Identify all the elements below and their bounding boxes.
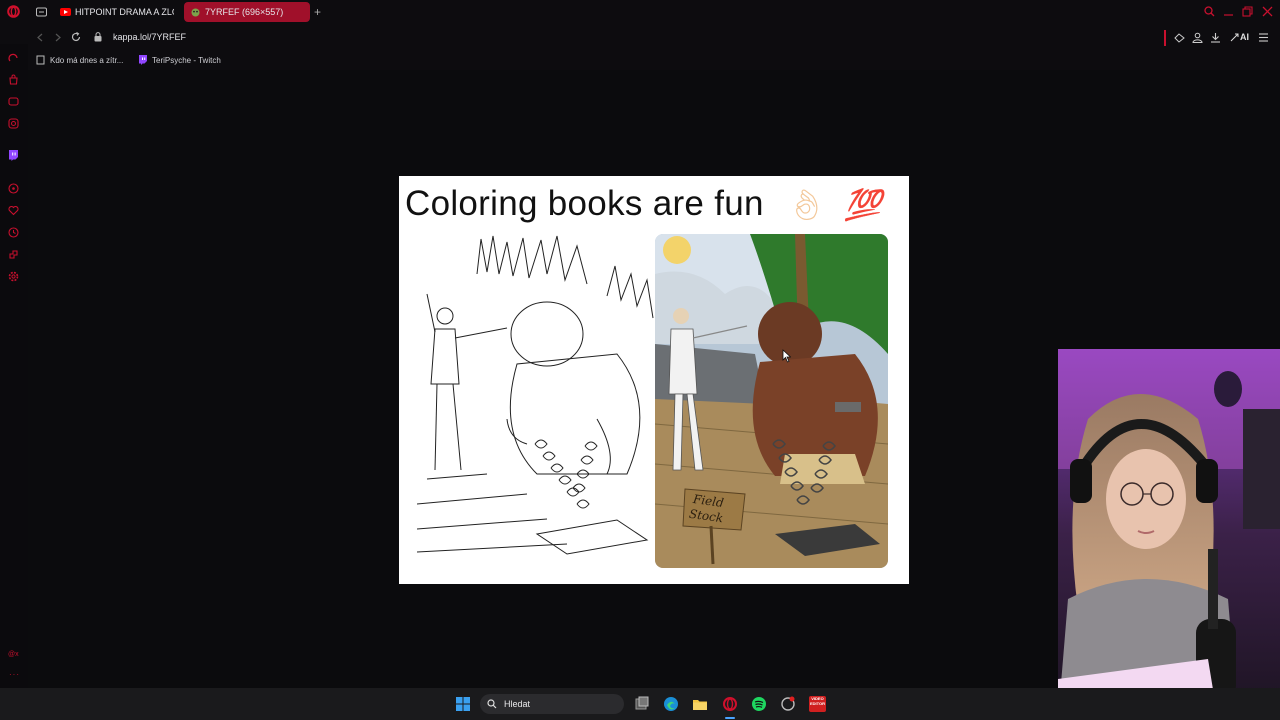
twitch-icon [139,55,147,65]
bookmark-label: TeriPsyche - Twitch [152,55,221,65]
aria-icon[interactable] [8,52,19,63]
bookmark-kdo-ma-dnes[interactable]: Kdo má dnes a zítr... [36,55,123,65]
heart-icon[interactable] [8,205,19,216]
tab-hitpoint[interactable]: HITPOINT DRAMA A ZLOD [54,2,174,22]
meme-title: Coloring books are fun 👌︎ 💯 [405,184,882,224]
edge-icon[interactable] [663,696,679,712]
ok-hand-icon: 👌︎ [787,189,827,222]
search-placeholder: Hledat [504,699,531,709]
menu-icon[interactable] [1258,33,1269,42]
taskbar-search[interactable]: Hledat [480,694,624,714]
hundred-emoji-icon: 💯 [844,189,882,222]
ai-label: AI [1240,32,1249,42]
lock-icon[interactable] [94,32,102,42]
twitch-sidebar-icon[interactable] [8,150,19,161]
forward-icon[interactable] [54,33,62,42]
sidebar: @x ··· [0,44,28,688]
page-icon [36,55,45,65]
meme-image: Coloring books are fun 👌︎ 💯 Field Stock [399,176,909,584]
steam-like-icon[interactable] [780,696,796,712]
easy-setup-icon[interactable] [1174,33,1185,43]
messenger-icon[interactable] [8,96,19,107]
taskbar: Hledat VIDEO EDITOR [0,688,1280,720]
extensions-icon[interactable] [8,249,19,260]
mouse-cursor-icon [782,349,791,363]
bookmark-teripsyche-twitch[interactable]: TeriPsyche - Twitch [138,55,221,65]
webcam-overlay [1058,349,1280,720]
image-favicon-icon [191,8,200,16]
opera-taskbar-icon[interactable] [722,696,738,712]
download-icon[interactable] [1210,32,1221,43]
youtube-icon [60,7,71,16]
meme-title-text: Coloring books are fun [405,184,764,223]
sidebar-footer-label[interactable]: @x [8,651,19,658]
active-app-indicator [725,717,735,719]
url-field[interactable]: kappa.lol/7YRFEF [113,32,186,42]
minimize-icon[interactable] [1223,6,1234,17]
windows-start-icon[interactable] [455,696,471,712]
streamer-webcam [1058,349,1280,720]
profile-icon[interactable] [1192,32,1203,43]
workspaces-icon[interactable] [36,7,47,17]
line-art-panel [417,234,657,568]
reload-icon[interactable] [71,32,81,42]
close-icon[interactable] [1262,6,1273,17]
video-editor-icon[interactable]: VIDEO EDITOR [809,696,826,712]
player-icon[interactable] [8,183,19,194]
restore-icon[interactable] [1242,6,1253,17]
back-icon[interactable] [36,33,44,42]
more-icon[interactable]: ··· [9,670,20,679]
aria-ai-button[interactable]: AI [1230,32,1249,42]
bookmark-label: Kdo má dnes a zítr... [50,55,124,65]
shopping-bag-icon[interactable] [8,74,19,85]
ai-spark-icon [1230,33,1239,41]
settings-icon[interactable] [8,271,19,282]
tab-label: HITPOINT DRAMA A ZLOD [75,7,174,17]
file-explorer-icon[interactable] [692,696,708,712]
instagram-icon[interactable] [8,118,19,129]
history-icon[interactable] [8,227,19,238]
address-bar: kappa.lol/7YRFEF AI [0,24,1280,52]
task-view-icon[interactable] [634,696,650,712]
accent-divider [1164,30,1166,46]
tab-search-icon[interactable] [1204,6,1215,17]
tab-bar: HITPOINT DRAMA A ZLOD 7YRFEF (696×557) + [0,0,1280,24]
search-icon [487,699,497,709]
new-tab-button[interactable]: + [314,5,321,19]
tab-label: 7YRFEF (696×557) [205,7,284,17]
bookmarks-bar: Kdo má dnes a zítr... TeriPsyche - Twitc… [0,52,1280,70]
opera-logo-icon[interactable] [7,5,20,18]
tab-7yrfef[interactable]: 7YRFEF (696×557) [184,2,310,22]
spotify-icon[interactable] [751,696,767,712]
